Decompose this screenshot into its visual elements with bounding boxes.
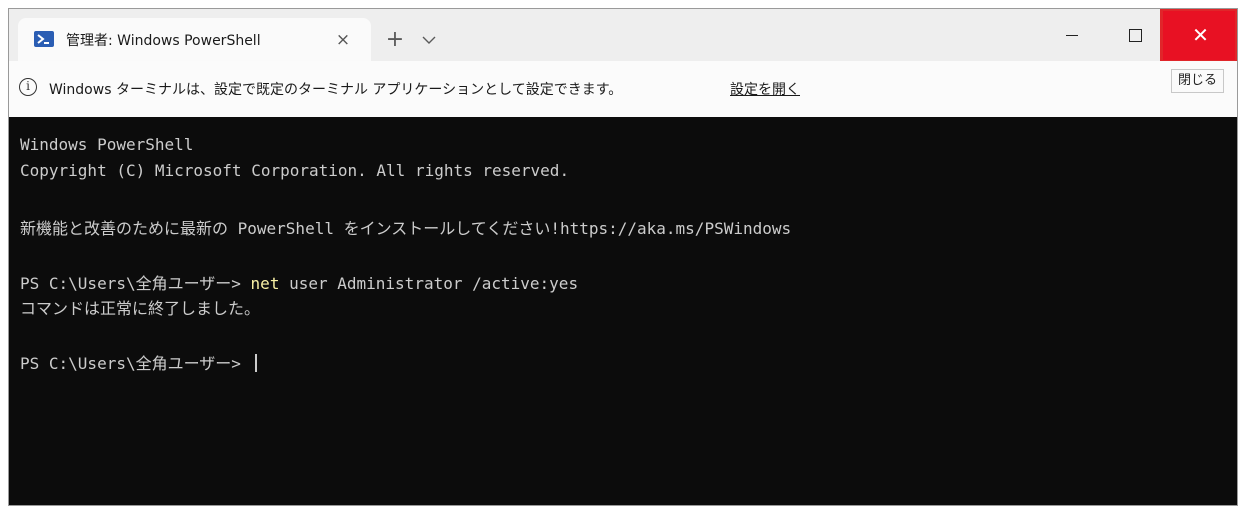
close-button-highlight (1160, 9, 1237, 63)
minimize-button[interactable] (1049, 9, 1095, 61)
command-keyword: net (250, 274, 280, 293)
terminal-window: 管理者: Windows PowerShell × + ✕ i Windows … (8, 8, 1238, 506)
terminal-line: Windows PowerShell (20, 135, 194, 154)
info-bar: i Windows ターミナルは、設定で既定のターミナル アプリケーションとして… (9, 61, 1237, 117)
tab-title: 管理者: Windows PowerShell (66, 33, 261, 49)
terminal-line: 新機能と改善のために最新の PowerShell をインストールしてください!h… (20, 219, 792, 238)
maximize-icon (1128, 29, 1142, 42)
terminal-line: コマンドは正常に終了しました。 (20, 299, 261, 318)
text-cursor (254, 354, 257, 372)
info-message: Windows ターミナルは、設定で既定のターミナル アプリケーションとして設定… (49, 82, 623, 98)
terminal-command-line: PS C:\Users\全角ユーザー> net user Administrat… (20, 270, 578, 294)
chevron-down-icon (422, 36, 436, 44)
info-icon: i (19, 78, 37, 96)
prompt: PS C:\Users\全角ユーザー> (20, 274, 251, 293)
new-tab-button[interactable]: + (382, 27, 408, 53)
title-bar: 管理者: Windows PowerShell × + ✕ (9, 9, 1237, 63)
tab-dropdown-button[interactable] (417, 27, 441, 53)
minimize-icon (1066, 35, 1078, 36)
prompt: PS C:\Users\全角ユーザー> (20, 354, 251, 373)
tab-powershell[interactable]: 管理者: Windows PowerShell × (18, 18, 371, 61)
open-settings-link[interactable]: 設定を開く (730, 79, 800, 99)
powershell-icon (34, 31, 54, 47)
terminal-output[interactable]: Windows PowerShell Copyright (C) Microso… (9, 117, 1237, 505)
terminal-prompt-line: PS C:\Users\全角ユーザー> (20, 350, 257, 374)
maximize-button[interactable] (1112, 9, 1158, 61)
command-args: user Administrator /active:yes (279, 274, 579, 293)
close-tooltip: 閉じる (1171, 69, 1225, 93)
tab-close-icon[interactable]: × (329, 26, 357, 54)
terminal-line: Copyright (C) Microsoft Corporation. All… (20, 161, 570, 180)
